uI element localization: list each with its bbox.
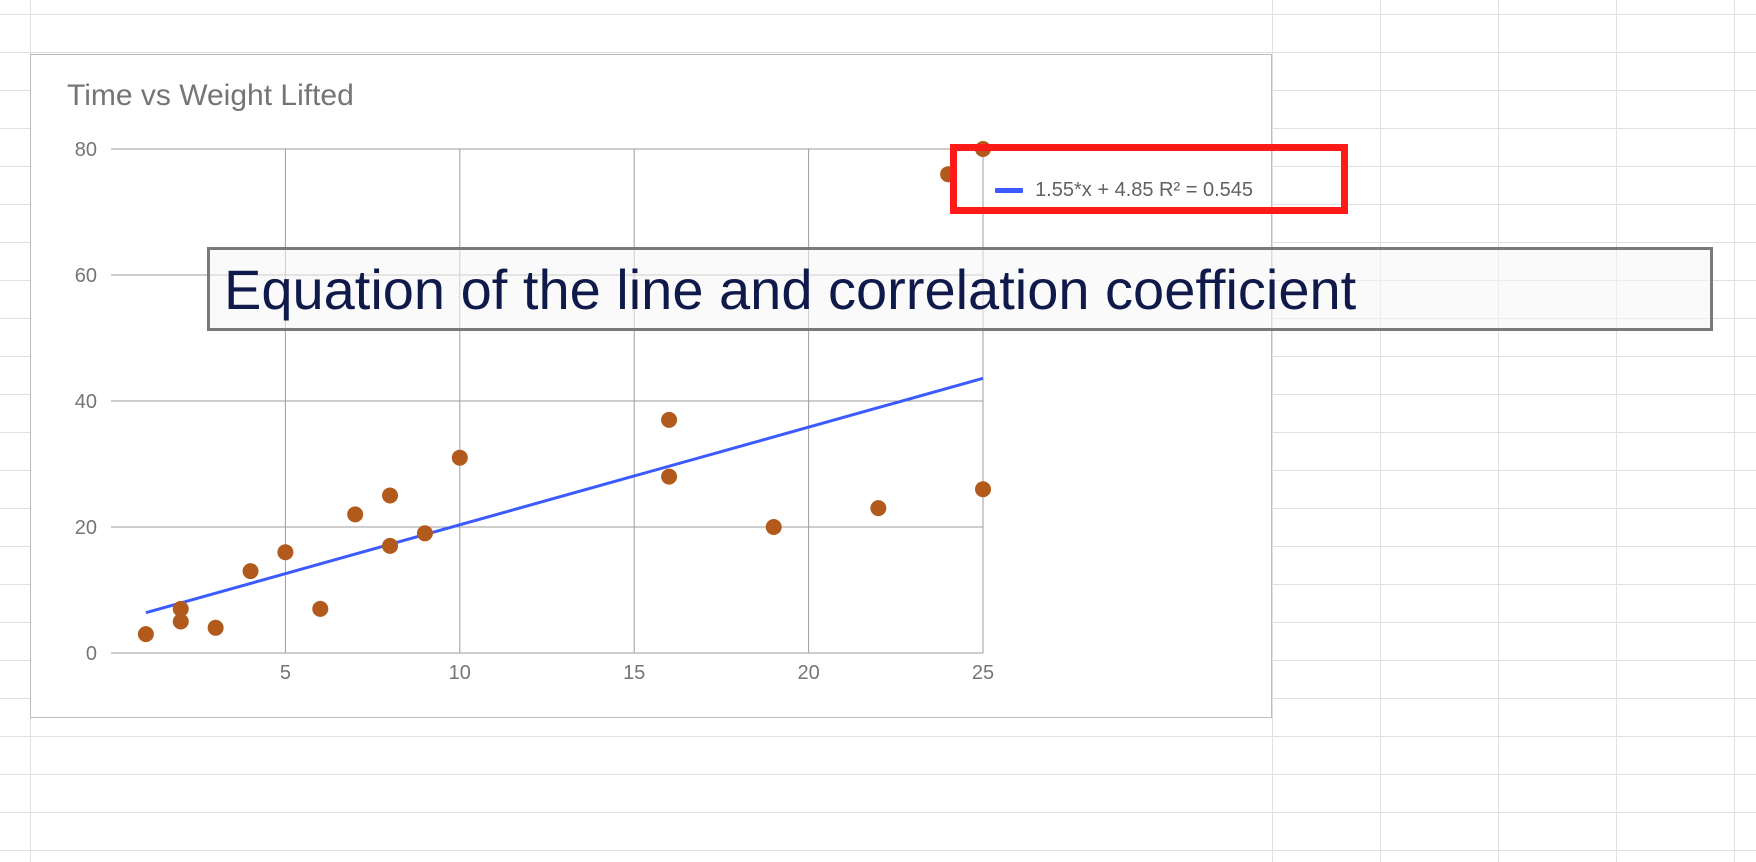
svg-text:80: 80 [75, 139, 97, 161]
trendline-legend: 1.55*x + 4.85 R² = 0.545 [995, 179, 1253, 202]
svg-text:15: 15 [623, 662, 645, 684]
svg-text:40: 40 [75, 391, 97, 413]
annotation-text: Equation of the line and correlation coe… [224, 257, 1356, 322]
chart-svg: 020406080510152025 [111, 149, 983, 653]
svg-text:0: 0 [86, 643, 97, 665]
plot-area: 020406080510152025 [111, 149, 983, 653]
chart-container[interactable]: Time vs Weight Lifted 020406080510152025… [30, 54, 1272, 718]
svg-text:5: 5 [280, 662, 291, 684]
svg-text:20: 20 [797, 662, 819, 684]
legend-text: 1.55*x + 4.85 R² = 0.545 [1035, 179, 1253, 202]
annotation-callout: Equation of the line and correlation coe… [207, 247, 1713, 331]
svg-text:25: 25 [972, 662, 994, 684]
legend-swatch [995, 188, 1023, 193]
svg-text:60: 60 [75, 265, 97, 287]
chart-title: Time vs Weight Lifted [67, 79, 354, 113]
svg-text:20: 20 [75, 517, 97, 539]
svg-text:10: 10 [449, 662, 471, 684]
